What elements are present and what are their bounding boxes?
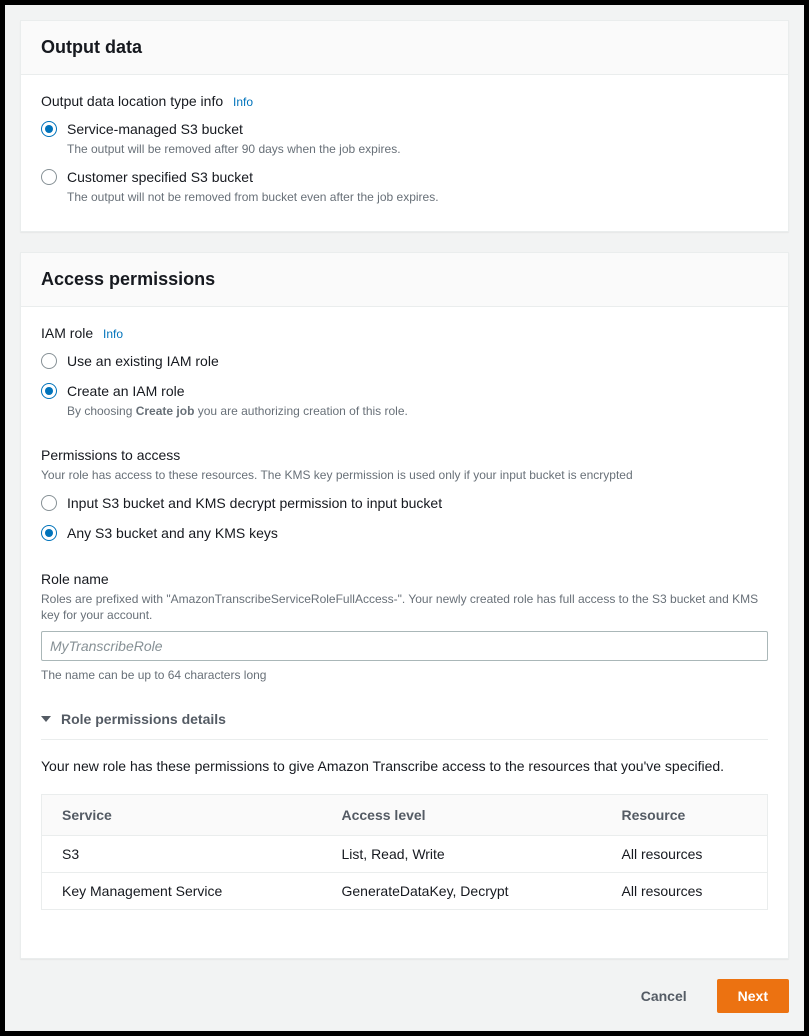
role-name-hint: Roles are prefixed with "AmazonTranscrib… xyxy=(41,591,768,623)
access-permissions-header: Access permissions xyxy=(21,253,788,307)
access-permissions-title: Access permissions xyxy=(41,269,768,290)
output-info-link[interactable]: Info xyxy=(233,95,253,109)
role-name-input[interactable] xyxy=(41,631,768,661)
perm-option-any-bucket[interactable]: Any S3 bucket and any KMS keys xyxy=(41,519,768,549)
th-service: Service xyxy=(42,795,322,836)
cell-access: GenerateDataKey, Decrypt xyxy=(322,873,602,910)
radio-icon[interactable] xyxy=(41,121,57,137)
iam-role-label: IAM role Info xyxy=(41,325,768,341)
radio-label: Input S3 bucket and KMS decrypt permissi… xyxy=(67,493,442,513)
cell-service: Key Management Service xyxy=(42,873,322,910)
output-data-title: Output data xyxy=(41,37,768,58)
permissions-to-access-section: Permissions to access Your role has acce… xyxy=(41,447,768,549)
radio-desc: By choosing Create job you are authorizi… xyxy=(67,403,408,419)
table-header-row: Service Access level Resource xyxy=(42,795,768,836)
radio-icon[interactable] xyxy=(41,353,57,369)
cell-access: List, Read, Write xyxy=(322,836,602,873)
th-resource: Resource xyxy=(602,795,768,836)
perm-radio-group: Input S3 bucket and KMS decrypt permissi… xyxy=(41,489,768,549)
cell-resource: All resources xyxy=(602,873,768,910)
radio-label: Create an IAM role xyxy=(67,381,408,401)
output-data-body: Output data location type info Info Serv… xyxy=(21,75,788,231)
page-root: Output data Output data location type in… xyxy=(5,5,804,1031)
next-button[interactable]: Next xyxy=(717,979,789,1013)
caret-down-icon xyxy=(41,716,51,722)
perm-option-input-bucket[interactable]: Input S3 bucket and KMS decrypt permissi… xyxy=(41,489,768,519)
radio-icon[interactable] xyxy=(41,383,57,399)
radio-label: Use an existing IAM role xyxy=(67,351,219,371)
radio-label: Any S3 bucket and any KMS keys xyxy=(67,523,278,543)
radio-icon[interactable] xyxy=(41,525,57,541)
role-permissions-toggle[interactable]: Role permissions details xyxy=(41,711,768,727)
cancel-button[interactable]: Cancel xyxy=(621,979,707,1013)
radio-icon[interactable] xyxy=(41,495,57,511)
output-location-label: Output data location type info Info xyxy=(41,93,768,109)
iam-option-create[interactable]: Create an IAM role By choosing Create jo… xyxy=(41,377,768,425)
access-permissions-body: IAM role Info Use an existing IAM role C… xyxy=(21,307,788,958)
role-name-constraint: The name can be up to 64 characters long xyxy=(41,667,768,683)
cell-resource: All resources xyxy=(602,836,768,873)
radio-icon[interactable] xyxy=(41,169,57,185)
table-row: Key Management Service GenerateDataKey, … xyxy=(42,873,768,910)
radio-desc: The output will not be removed from buck… xyxy=(67,189,439,205)
wizard-footer: Cancel Next xyxy=(20,979,789,1013)
iam-info-link[interactable]: Info xyxy=(103,327,123,341)
table-row: S3 List, Read, Write All resources xyxy=(42,836,768,873)
perm-access-hint: Your role has access to these resources.… xyxy=(41,467,768,483)
radio-label: Service-managed S3 bucket xyxy=(67,119,401,139)
access-permissions-panel: Access permissions IAM role Info Use an … xyxy=(20,252,789,959)
cell-service: S3 xyxy=(42,836,322,873)
radio-desc: The output will be removed after 90 days… xyxy=(67,141,401,157)
output-option-customer-bucket[interactable]: Customer specified S3 bucket The output … xyxy=(41,163,768,211)
role-name-label: Role name xyxy=(41,571,768,587)
permissions-table: Service Access level Resource S3 List, R… xyxy=(41,794,768,910)
radio-label: Customer specified S3 bucket xyxy=(67,167,439,187)
output-option-service-managed[interactable]: Service-managed S3 bucket The output wil… xyxy=(41,115,768,163)
th-access: Access level xyxy=(322,795,602,836)
output-data-header: Output data xyxy=(21,21,788,75)
perm-access-label: Permissions to access xyxy=(41,447,768,463)
iam-option-existing[interactable]: Use an existing IAM role xyxy=(41,347,768,377)
role-permissions-details: Role permissions details xyxy=(41,711,768,740)
output-data-panel: Output data Output data location type in… xyxy=(20,20,789,232)
role-permissions-title: Role permissions details xyxy=(61,711,226,727)
role-name-section: Role name Roles are prefixed with "Amazo… xyxy=(41,571,768,683)
role-permissions-intro: Your new role has these permissions to g… xyxy=(41,758,768,774)
iam-role-radio-group: Use an existing IAM role Create an IAM r… xyxy=(41,347,768,425)
output-location-radio-group: Service-managed S3 bucket The output wil… xyxy=(41,115,768,211)
